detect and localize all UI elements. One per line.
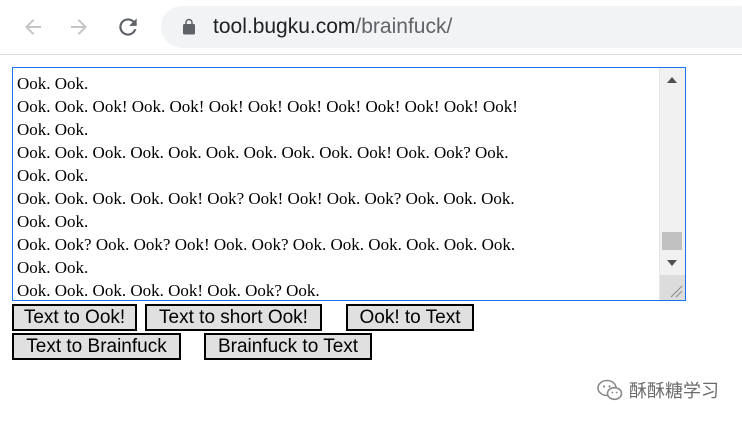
- ook-textarea[interactable]: Ook. Ook. Ook. Ook. Ook! Ook. Ook! Ook! O…: [12, 67, 686, 301]
- scroll-down-icon[interactable]: [667, 260, 677, 266]
- text-line: Ook. Ook.: [17, 166, 89, 185]
- text-line: Ook. Ook.: [17, 258, 89, 277]
- arrow-right-icon: [71, 19, 87, 35]
- watermark-text: 酥酥糖学习: [629, 381, 719, 402]
- brainfuck-to-text-button[interactable]: Brainfuck to Text: [204, 333, 372, 360]
- forward-button[interactable]: [64, 12, 94, 42]
- watermark: 酥酥糖学习: [597, 376, 719, 404]
- text-line: Ook. Ook.: [17, 74, 89, 93]
- textarea-text[interactable]: Ook. Ook. Ook. Ook. Ook! Ook. Ook! Ook! O…: [17, 72, 663, 300]
- text-line: Ook. Ook. Ook. Ook. Ook! Ook? Ook! Ook! …: [17, 189, 515, 208]
- scroll-thumb[interactable]: [662, 232, 682, 250]
- text-to-ook-button[interactable]: Text to Ook!: [12, 304, 137, 331]
- text-to-short-ook-button[interactable]: Text to short Ook!: [145, 304, 322, 331]
- resize-handle[interactable]: [660, 275, 685, 300]
- address-bar[interactable]: tool.bugku.com/brainfuck/: [161, 6, 742, 48]
- text-line: Ook. Ook.: [17, 212, 89, 231]
- url-text: tool.bugku.com/brainfuck/: [213, 15, 452, 39]
- text-line: Ook. Ook. Ook. Ook. Ook. Ook. Ook. Ook. …: [17, 143, 509, 162]
- text-to-brainfuck-button[interactable]: Text to Brainfuck: [12, 333, 181, 360]
- text-line: Ook. Ook. Ook. Ook. Ook! Ook. Ook? Ook.: [17, 281, 320, 300]
- text-line: Ook. Ook.: [17, 120, 89, 139]
- url-host: tool.bugku.com: [213, 15, 356, 38]
- browser-toolbar: tool.bugku.com/brainfuck/: [0, 0, 742, 55]
- resize-grip-icon: [670, 285, 683, 298]
- scroll-up-icon[interactable]: [667, 77, 677, 83]
- back-button[interactable]: [18, 12, 48, 42]
- textarea-scrollbar[interactable]: [659, 68, 685, 300]
- arrow-left-icon: [25, 19, 41, 35]
- text-line: Ook. Ook. Ook! Ook. Ook! Ook! Ook! Ook! …: [17, 97, 518, 116]
- text-line: Ook. Ook? Ook. Ook? Ook! Ook. Ook? Ook. …: [17, 235, 516, 254]
- ook-to-text-button[interactable]: Ook! to Text: [346, 304, 474, 331]
- url-path: /brainfuck/: [355, 15, 453, 38]
- wechat-icon: [597, 379, 623, 401]
- reload-icon: [119, 18, 137, 36]
- reload-button[interactable]: [113, 12, 143, 42]
- lock-icon: [183, 18, 195, 35]
